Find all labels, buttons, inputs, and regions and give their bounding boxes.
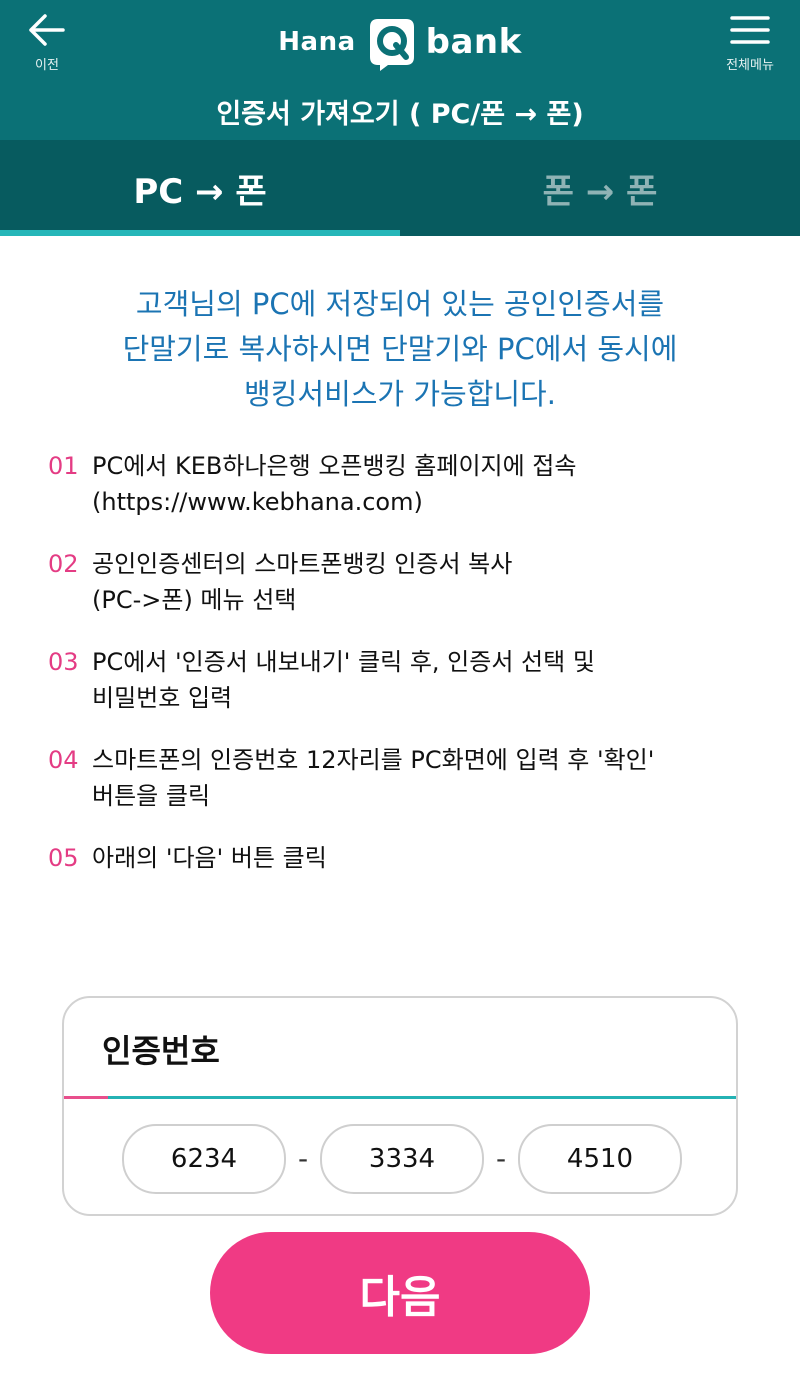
code-separator: - xyxy=(496,1142,507,1175)
step-item: 03 PC에서 '인증서 내보내기' 클릭 후, 인증서 선택 및 비밀번호 입… xyxy=(48,644,760,716)
step-item: 01 PC에서 KEB하나은행 오픈뱅킹 홈페이지에 접속 (https://w… xyxy=(48,448,760,520)
step-text: 아래의 '다음' 버튼 클릭 xyxy=(92,840,327,876)
intro-message: 고객님의 PC에 저장되어 있는 공인인증서를 단말기로 복사하시면 단말기와 … xyxy=(40,282,760,417)
step-line: 아래의 '다음' 버튼 클릭 xyxy=(92,844,327,872)
step-line: 스마트폰의 인증번호 12자리를 PC화면에 입력 후 '확인' xyxy=(92,746,655,774)
step-text: 스마트폰의 인증번호 12자리를 PC화면에 입력 후 '확인' 버튼을 클릭 xyxy=(92,742,654,814)
step-number: 02 xyxy=(48,550,79,578)
next-button[interactable]: 다음 xyxy=(210,1232,590,1354)
full-menu-button[interactable]: 전체메뉴 xyxy=(718,8,782,74)
step-line: 버튼을 클릭 xyxy=(92,782,211,810)
tab-pc-to-phone[interactable]: PC → 폰 xyxy=(0,140,400,236)
step-item: 04 스마트폰의 인증번호 12자리를 PC화면에 입력 후 '확인' 버튼을 … xyxy=(48,742,760,814)
auth-code-row: 6234 - 3334 - 4510 xyxy=(122,1124,682,1194)
auth-number-card: 인증번호 6234 - 3334 - 4510 xyxy=(62,996,738,1216)
intro-line: 단말기로 복사하시면 단말기와 PC에서 동시에 xyxy=(122,332,678,366)
intro-line: 고객님의 PC에 저장되어 있는 공인인증서를 xyxy=(135,287,665,321)
auth-code-field-3[interactable]: 4510 xyxy=(518,1124,682,1194)
step-line: PC에서 KEB하나은행 오픈뱅킹 홈페이지에 접속 xyxy=(92,452,577,480)
instruction-steps: 01 PC에서 KEB하나은행 오픈뱅킹 홈페이지에 접속 (https://w… xyxy=(48,448,760,902)
step-line: (PC->폰) 메뉴 선택 xyxy=(92,586,297,614)
hamburger-menu-icon xyxy=(730,16,770,44)
intro-line: 뱅킹서비스가 가능합니다. xyxy=(244,377,556,411)
logo-text-hana: Hana xyxy=(278,27,356,57)
step-line: 비밀번호 입력 xyxy=(92,684,233,712)
step-number: 01 xyxy=(48,452,79,480)
tab-phone-to-phone[interactable]: 폰 → 폰 xyxy=(400,140,800,236)
q-logo-icon xyxy=(369,19,414,71)
hana-bank-logo: Hana bank xyxy=(0,10,800,74)
auth-code-field-2[interactable]: 3334 xyxy=(320,1124,484,1194)
step-line: 공인인증센터의 스마트폰뱅킹 인증서 복사 xyxy=(92,550,513,578)
app-header: 이전 Hana bank 전체메뉴 인증서 가져오기 ( PC/폰 → 폰) xyxy=(0,0,800,140)
auth-code-field-1[interactable]: 6234 xyxy=(122,1124,286,1194)
step-text: PC에서 KEB하나은행 오픈뱅킹 홈페이지에 접속 (https://www.… xyxy=(92,448,576,520)
auth-number-title: 인증번호 xyxy=(102,1032,220,1070)
step-number: 05 xyxy=(48,844,79,872)
step-item: 05 아래의 '다음' 버튼 클릭 xyxy=(48,840,760,876)
page-title: 인증서 가져오기 ( PC/폰 → 폰) xyxy=(216,99,584,130)
step-text: PC에서 '인증서 내보내기' 클릭 후, 인증서 선택 및 비밀번호 입력 xyxy=(92,644,595,716)
step-item: 02 공인인증센터의 스마트폰뱅킹 인증서 복사 (PC->폰) 메뉴 선택 xyxy=(48,546,760,618)
card-divider-accent xyxy=(64,1096,108,1099)
tab-bar: PC → 폰 폰 → 폰 xyxy=(0,140,800,236)
card-divider xyxy=(64,1096,736,1099)
logo-text-bank: bank xyxy=(425,22,522,62)
step-line: PC에서 '인증서 내보내기' 클릭 후, 인증서 선택 및 xyxy=(92,648,595,676)
menu-label: 전체메뉴 xyxy=(726,58,774,73)
code-separator: - xyxy=(298,1142,309,1175)
step-text: 공인인증센터의 스마트폰뱅킹 인증서 복사 (PC->폰) 메뉴 선택 xyxy=(92,546,512,618)
step-number: 04 xyxy=(48,746,79,774)
step-line: (https://www.kebhana.com) xyxy=(92,488,423,516)
step-number: 03 xyxy=(48,648,79,676)
